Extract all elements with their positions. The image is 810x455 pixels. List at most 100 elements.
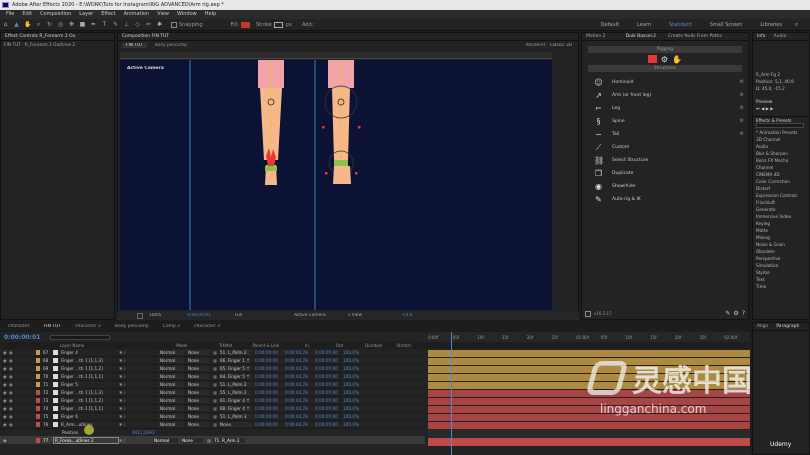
tab-paragraph[interactable]: Paragraph: [772, 323, 803, 331]
playhead[interactable]: [451, 332, 452, 455]
effects-item[interactable]: Noise & Grain: [753, 241, 809, 248]
mode-select[interactable]: Normal: [159, 390, 184, 395]
gear-icon[interactable]: ⚙: [740, 89, 744, 102]
mode-select[interactable]: Normal: [159, 374, 184, 379]
duik-item-arm[interactable]: ↗ Arm (or front leg) ⚙: [582, 89, 748, 102]
effects-item[interactable]: Expression Controls: [753, 192, 809, 199]
zoom-select[interactable]: 100%: [149, 313, 161, 318]
effects-item[interactable]: CINEMA 4D: [753, 171, 809, 178]
label-color-swatch[interactable]: [36, 414, 40, 419]
menu-file[interactable]: File: [6, 10, 14, 19]
in-value[interactable]: 0:00:00:00: [255, 374, 285, 379]
gear-icon[interactable]: ⚙: [740, 76, 744, 89]
wrench-icon[interactable]: ✎: [725, 310, 730, 317]
out-value[interactable]: 0:00:04:29: [285, 374, 315, 379]
eraser-tool-icon[interactable]: ◇: [134, 21, 141, 28]
shape-tool-icon[interactable]: ■: [79, 21, 86, 28]
effects-item[interactable]: * Animation Presets: [753, 129, 809, 136]
solo-icon[interactable]: ●: [9, 422, 17, 427]
first-frame-icon[interactable]: ⏮: [756, 106, 760, 111]
solo-icon[interactable]: ●: [9, 358, 17, 363]
hand-rig-icon[interactable]: ✋: [672, 55, 682, 64]
stretch-value[interactable]: 100,0%: [343, 374, 363, 379]
layer-name[interactable]: Finger ...th 1 [1,1,3]: [61, 358, 119, 363]
duik-item-auto-rig[interactable]: ✎ Auto-rig & IK: [582, 193, 748, 206]
in-value[interactable]: 0:00:00:00: [255, 358, 285, 363]
trkmat-select[interactable]: None: [187, 398, 209, 403]
effects-item[interactable]: Perspective: [753, 255, 809, 262]
view-select[interactable]: Active Camera: [294, 313, 326, 318]
parent-select[interactable]: 66. Finger 1 ↑: [219, 358, 251, 363]
stretch-value[interactable]: 100,0%: [343, 358, 363, 363]
effects-item[interactable]: Generate: [753, 206, 809, 213]
renderer-value[interactable]: Classic 3D: [550, 43, 572, 48]
workspace-standard[interactable]: Standard: [669, 22, 692, 28]
effects-item[interactable]: Color Correction: [753, 178, 809, 185]
solo-icon[interactable]: ●: [9, 398, 17, 403]
duration-value[interactable]: 0:00:05:00: [315, 414, 343, 419]
mode-select[interactable]: Normal: [159, 358, 184, 363]
menu-effect[interactable]: Effect: [101, 10, 115, 19]
prev-frame-icon[interactable]: ◀: [761, 106, 764, 111]
stretch-value[interactable]: 100,0%: [343, 366, 363, 371]
mode-select[interactable]: Normal: [159, 406, 184, 411]
solo-icon[interactable]: ●: [9, 350, 17, 355]
gear-icon[interactable]: ⚙: [740, 128, 744, 141]
layer-row[interactable]: ◉ ● 69 Finger ...th 1 [1,1,2] ✱ / Normal None…: [0, 365, 425, 373]
mode-select[interactable]: Normal: [159, 350, 184, 355]
layer-name[interactable]: Finger 5: [61, 382, 119, 387]
timeline-tab-body-pencomp[interactable]: Body pencomp: [115, 324, 149, 329]
timeline-tab-character-3[interactable]: character 3: [194, 324, 220, 329]
mode-select[interactable]: Normal: [153, 437, 178, 443]
stroke-swatch[interactable]: [273, 21, 283, 28]
layer-name[interactable]: Finger ...th 1 [1,1,2]: [61, 366, 119, 371]
menu-window[interactable]: Window: [177, 10, 197, 19]
menu-help[interactable]: Help: [205, 10, 216, 19]
trkmat-select[interactable]: None: [181, 437, 203, 443]
parent-select[interactable]: 71. R_Arm 2: [213, 437, 245, 443]
workspace-libraries[interactable]: Libraries: [760, 22, 782, 28]
camera-tool-icon[interactable]: ◎: [57, 21, 64, 28]
settings-icon[interactable]: ⚙: [733, 310, 738, 317]
workspace-default[interactable]: Default: [601, 22, 619, 28]
duration-value[interactable]: 0:00:05:00: [315, 358, 343, 363]
resolution-select[interactable]: Full: [235, 313, 242, 318]
duration-value[interactable]: 0:00:05:00: [315, 398, 343, 403]
layer-name[interactable]: R_Forea...utlines 2: [53, 436, 119, 444]
pan-behind-tool-icon[interactable]: ✥: [68, 21, 75, 28]
eye-icon[interactable]: ◉: [3, 438, 9, 443]
effects-item[interactable]: 3D Channel: [753, 136, 809, 143]
layer-switches[interactable]: ✱ /: [119, 366, 159, 371]
parent-select[interactable]: 51. L_Palm 3: [219, 414, 251, 419]
solo-icon[interactable]: ●: [9, 374, 17, 379]
duik-item-spine[interactable]: § Spine ⚙: [582, 115, 748, 128]
duration-value[interactable]: 0:00:05:00: [315, 374, 343, 379]
layer-switches[interactable]: ✱ /: [119, 422, 159, 427]
help-icon[interactable]: ?: [742, 310, 745, 317]
in-value[interactable]: 0:00:00:00: [255, 398, 285, 403]
current-time[interactable]: 0:00:00:01: [187, 313, 210, 318]
effect-controls-tab[interactable]: Effect Controls R_Forearm 2 Ou: [1, 33, 114, 41]
duik-item-hominoid[interactable]: ☺ Hominoid ⚙: [582, 76, 748, 89]
timeline-tab-character[interactable]: character: [8, 324, 30, 329]
label-color-swatch[interactable]: [36, 358, 40, 363]
trkmat-select[interactable]: None: [187, 350, 209, 355]
out-value[interactable]: 0:00:04:29: [285, 406, 315, 411]
link-icon[interactable]: ⚙: [661, 55, 668, 64]
effects-item[interactable]: Stylize: [753, 269, 809, 276]
timeline-timecode[interactable]: 0:00:00:01: [4, 334, 40, 341]
selected-layer-row[interactable]: ◉ 77 R_Forea...utlines 2 ✱ / Normal None @71. …: [0, 436, 425, 444]
duration-value[interactable]: 0:00:05:00: [315, 382, 343, 387]
in-value[interactable]: 0:00:00:00: [255, 406, 285, 411]
in-value[interactable]: 0:00:00:00: [255, 382, 285, 387]
effects-item[interactable]: Distort: [753, 185, 809, 192]
stretch-value[interactable]: 100,0%: [343, 422, 363, 427]
layer-row[interactable]: ◉ ● 70 Finger ...th 1 [1,1,1] ✱ / Normal None…: [0, 373, 425, 381]
label-color-swatch[interactable]: [36, 390, 40, 395]
label-color-swatch[interactable]: [36, 366, 40, 371]
layer-name[interactable]: Finger ...th 1 [1,1,1]: [61, 374, 119, 379]
solo-icon[interactable]: ●: [9, 414, 17, 419]
out-value[interactable]: 0:00:04:29: [285, 350, 315, 355]
effects-item[interactable]: Blur & Sharpen: [753, 150, 809, 157]
in-value[interactable]: 0:00:00:00: [255, 422, 285, 427]
